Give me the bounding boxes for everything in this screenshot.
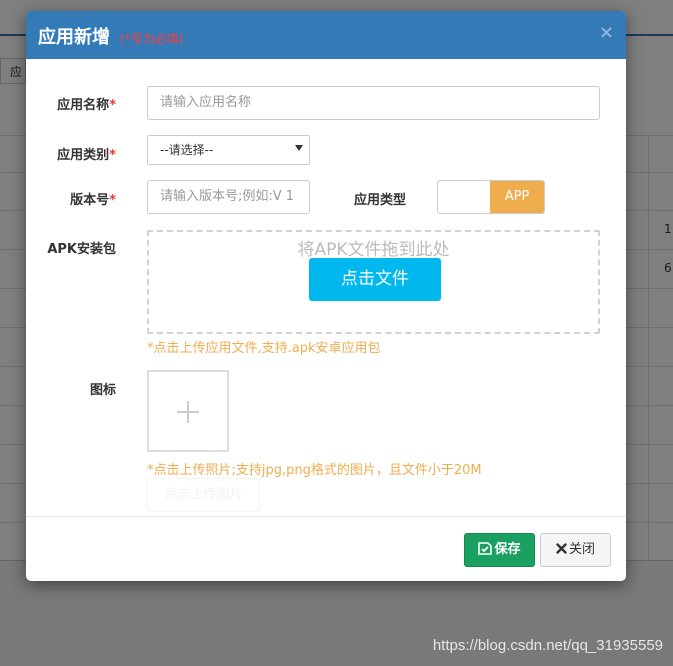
icon-label: 图标 (89, 383, 116, 398)
choose-file-button[interactable]: 点击文件 (309, 258, 441, 301)
chevron-down-icon (295, 145, 303, 151)
save-icon (478, 542, 493, 555)
apk-drop-text: 将APK文件拖到此处 (297, 240, 450, 260)
app-category-label: 应用类别* (26, 144, 116, 163)
app-type-label: 应用类型 (353, 193, 406, 208)
app-category-selected-value: --请选择-- (160, 143, 214, 157)
app-category-label-text: 应用类别 (57, 148, 110, 163)
app-name-label: 应用名称* (26, 94, 116, 113)
apk-label: APK安装包 (47, 242, 116, 257)
icon-upload-tip: *点击上传照片;支持jpg,png格式的图片，且文件小于20M (147, 463, 482, 478)
upload-image-button[interactable]: 点击上传图片 (147, 478, 260, 512)
close-x-icon (556, 543, 567, 554)
dialog-title: 应用新增 (38, 27, 110, 48)
app-name-label-text: 应用名称 (57, 98, 110, 113)
required-mark: * (109, 98, 116, 113)
required-hint: (*号为必填) (120, 32, 184, 46)
close-button[interactable]: 关闭 (540, 533, 611, 567)
apk-upload-tip: *点击上传应用文件,支持.apk安卓应用包 (147, 341, 381, 356)
required-mark: * (109, 193, 116, 208)
version-label-text: 版本号 (70, 193, 110, 208)
close-button-label: 关闭 (568, 542, 595, 557)
save-button[interactable]: 保存 (464, 533, 535, 567)
dialog-footer: 保存 关闭 (26, 516, 626, 581)
app-name-input[interactable]: 请输入应用名称 (147, 86, 600, 120)
app-category-select[interactable]: --请选择-- (147, 135, 310, 165)
app-type-toggle[interactable]: APP (437, 180, 545, 214)
version-label: 版本号* (26, 189, 116, 208)
add-app-dialog: 应用新增 (*号为必填) × 应用名称* 请输入应用名称 应用类别* --请选择… (26, 11, 626, 581)
dialog-header: 应用新增 (*号为必填) × (26, 11, 626, 59)
version-input[interactable]: 请输入版本号;例如:V 1 (147, 180, 310, 214)
apk-dropzone[interactable]: 将APK文件拖到此处 点击文件 (147, 230, 600, 334)
plus-icon-vertical (187, 401, 189, 423)
watermark: https://blog.csdn.net/qq_31935559 (432, 637, 663, 654)
save-button-label: 保存 (494, 542, 521, 557)
close-icon[interactable]: × (599, 22, 614, 43)
icon-upload-box[interactable] (147, 370, 229, 452)
app-type-tag: APP (490, 181, 544, 213)
required-mark: * (109, 148, 116, 163)
